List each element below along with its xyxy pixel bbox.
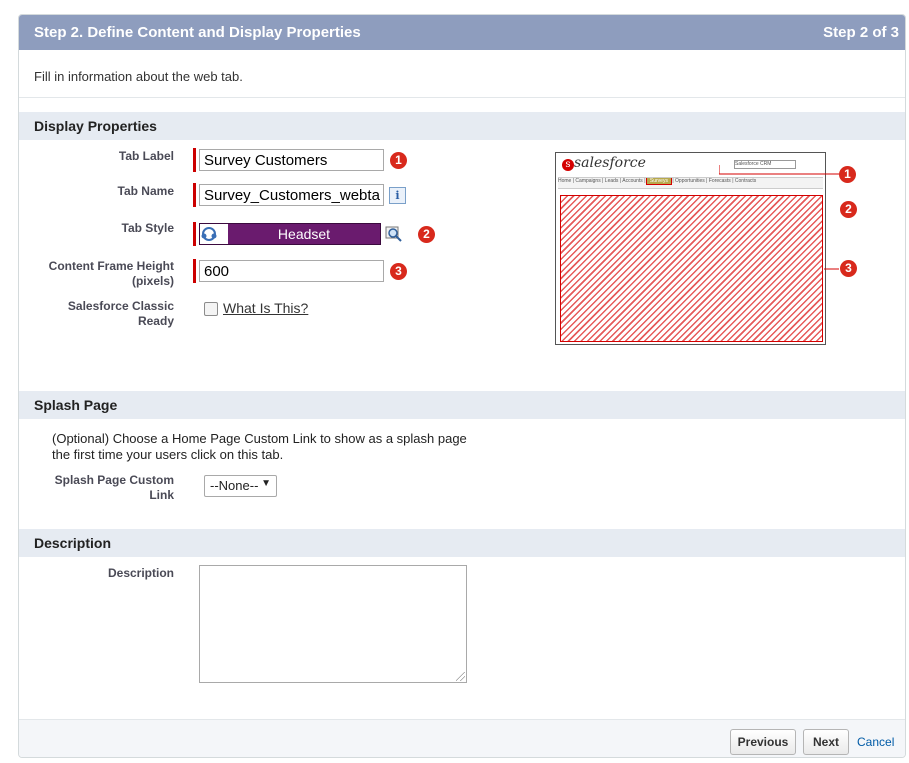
wizard-panel: Step 2. Define Content and Display Prope… <box>18 14 906 758</box>
preview-tab: Accounts <box>622 178 643 184</box>
preview-callout-1-icon: 1 <box>839 166 856 183</box>
splash-custom-link-label: Splash Page Custom Link <box>54 473 174 502</box>
description-textarea[interactable] <box>199 565 467 683</box>
required-indicator <box>193 222 196 246</box>
wizard-footer: Previous Next Cancel <box>19 719 905 757</box>
content-frame-height-input[interactable]: 600 <box>199 260 384 282</box>
divider <box>19 97 905 98</box>
intro-text: Fill in information about the web tab. <box>34 69 243 84</box>
classic-ready-checkbox[interactable] <box>204 302 218 316</box>
tab-style-value: Headset <box>277 226 331 242</box>
next-button[interactable]: Next <box>803 729 849 755</box>
callout-3-icon: 3 <box>390 263 407 280</box>
dropdown-arrow-icon: ▼ <box>261 478 271 489</box>
info-icon[interactable]: i <box>389 187 406 204</box>
tab-label-label: Tab Label <box>118 149 174 163</box>
required-indicator <box>193 259 196 283</box>
what-is-this-link[interactable]: What Is This? <box>223 300 308 316</box>
preview-tab: Leads <box>604 178 619 184</box>
resize-handle-icon[interactable] <box>456 672 465 681</box>
callout-1-icon: 1 <box>390 152 407 169</box>
content-frame-height-label: Content Frame Height (pixels) <box>48 259 174 288</box>
tab-name-label: Tab Name <box>117 184 174 198</box>
section-title: Splash Page <box>34 397 118 413</box>
preview-tab-active: Surveys <box>645 178 672 185</box>
preview-tab: Home <box>558 178 572 184</box>
splash-custom-link-value: --None-- <box>210 478 259 493</box>
headset-icon <box>200 224 228 244</box>
classic-ready-label: Salesforce Classic Ready <box>67 299 174 328</box>
tab-style-label: Tab Style <box>121 221 174 235</box>
required-indicator <box>193 148 196 172</box>
tab-label-input[interactable]: Survey Customers <box>199 149 384 171</box>
tab-name-input[interactable]: Survey_Customers_webta <box>199 184 384 206</box>
section-title: Description <box>34 535 112 551</box>
tab-style-selector[interactable]: Headset <box>199 223 381 245</box>
section-splash-page: Splash Page <box>19 391 905 419</box>
wizard-header: Step 2. Define Content and Display Prope… <box>19 15 905 50</box>
preview-brand: salesforce <box>574 155 646 171</box>
salesforce-logo-icon: s salesforce <box>562 155 646 171</box>
callout-2-icon: 2 <box>418 226 435 243</box>
preview-callout-2-icon: 2 <box>840 201 857 218</box>
required-indicator <box>193 183 196 207</box>
lookup-icon[interactable] <box>385 226 403 242</box>
cancel-link[interactable]: Cancel <box>857 735 894 749</box>
preview-callout-lines <box>719 165 839 270</box>
splash-custom-link-select[interactable]: --None-- ▼ <box>204 475 277 497</box>
section-description: Description <box>19 529 905 557</box>
section-display-properties: Display Properties <box>19 112 905 140</box>
previous-button[interactable]: Previous <box>730 729 796 755</box>
splash-help-text: (Optional) Choose a Home Page Custom Lin… <box>52 431 467 462</box>
preview-tab: Campaigns <box>575 178 601 184</box>
step-indicator: Step 2 of 3 <box>823 24 899 41</box>
section-title: Display Properties <box>34 118 157 134</box>
preview-callout-3-icon: 3 <box>840 260 857 277</box>
description-label: Description <box>107 566 174 580</box>
preview-tab: Opportunities <box>675 178 705 184</box>
page-title: Step 2. Define Content and Display Prope… <box>34 24 361 41</box>
